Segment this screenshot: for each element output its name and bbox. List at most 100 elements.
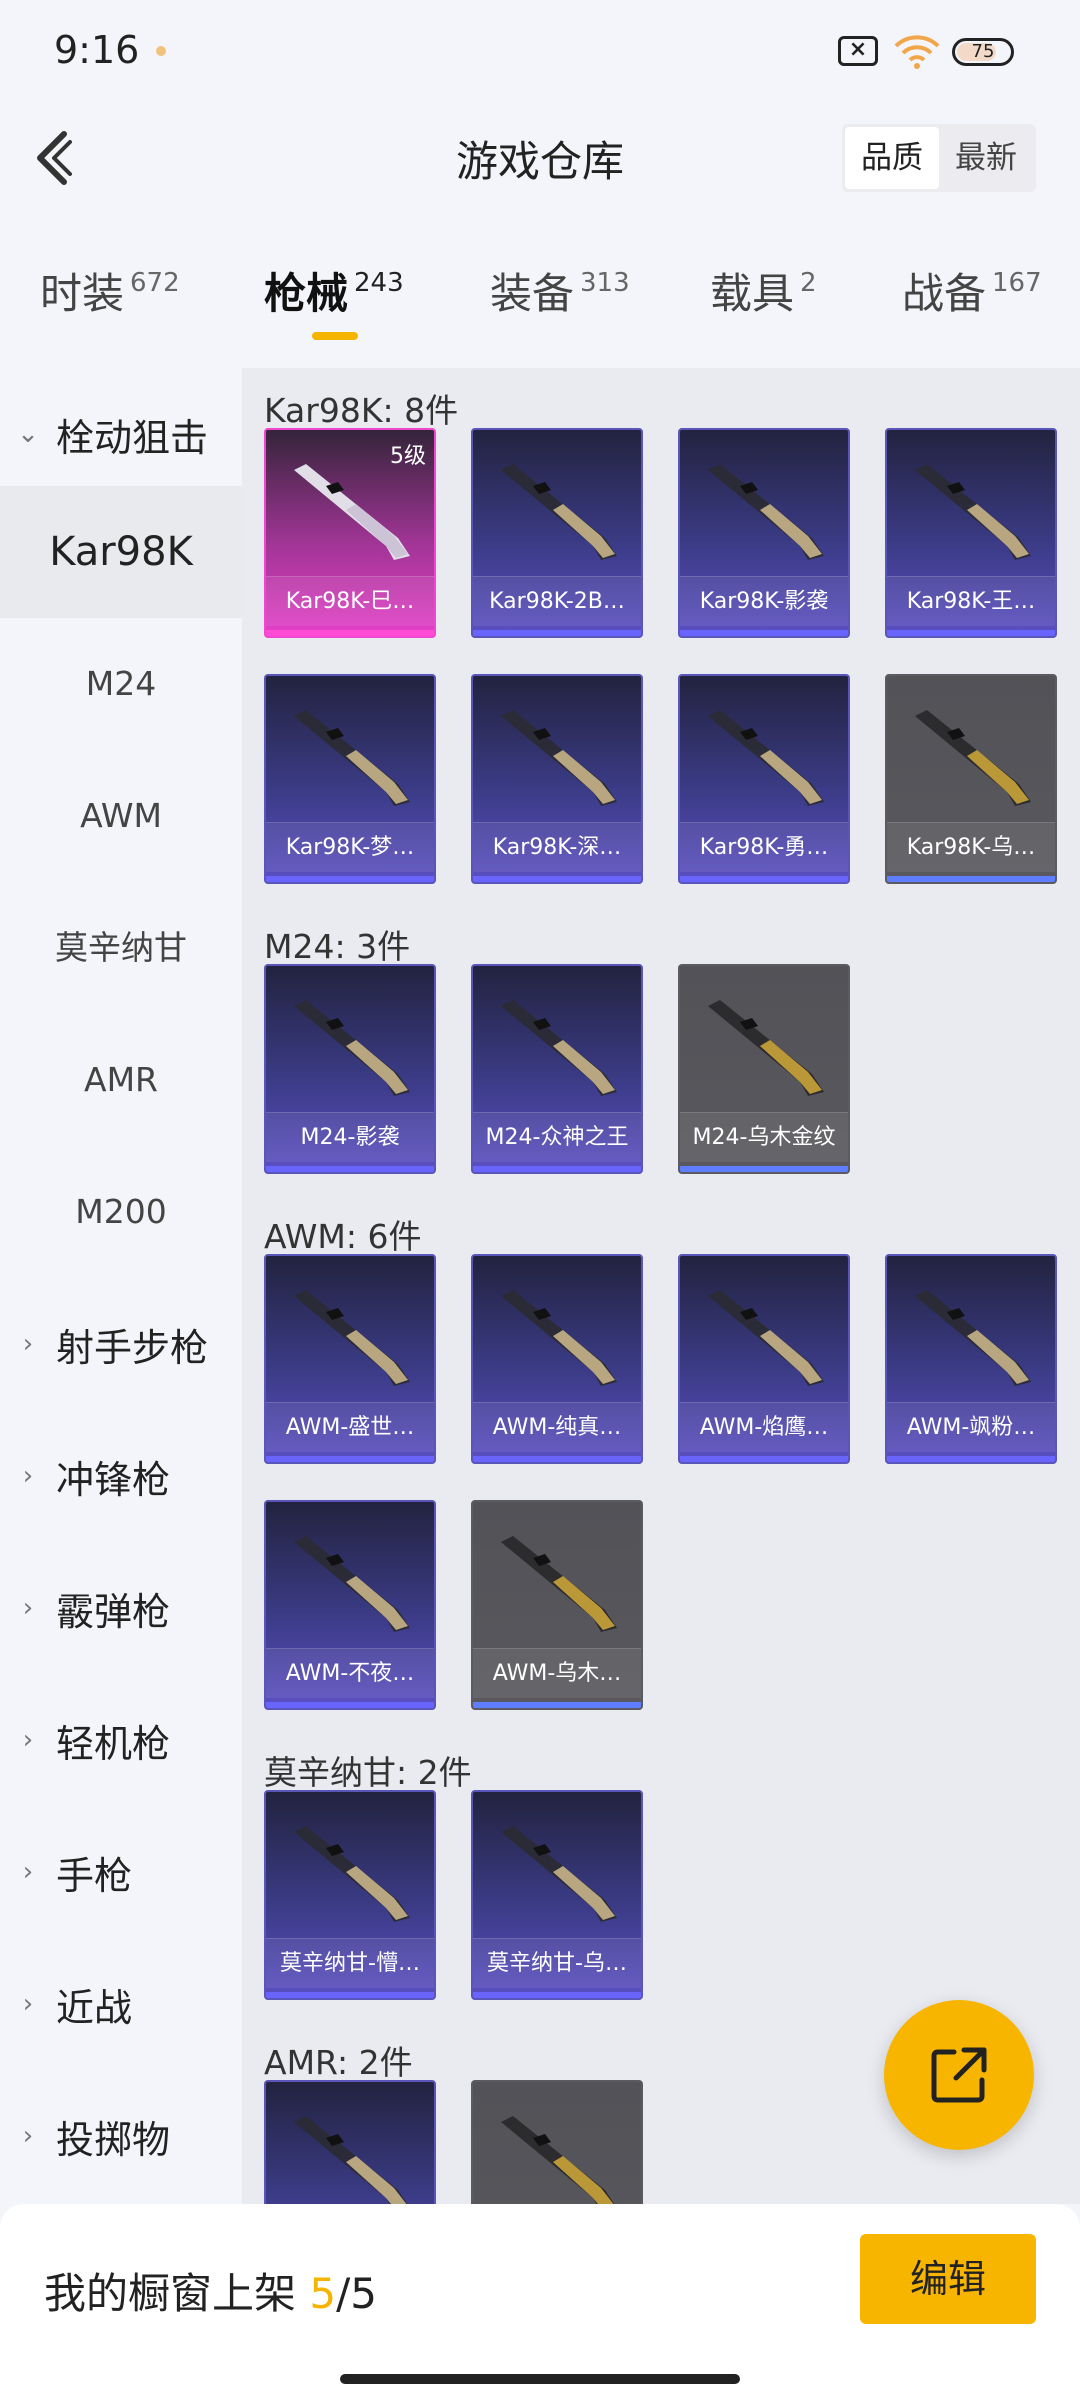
weapon-card[interactable]: AWM-焰鹰…	[678, 1254, 850, 1464]
weapon-card[interactable]: AWM-纯真…	[471, 1254, 643, 1464]
rarity-bar	[266, 1456, 434, 1462]
chevron-right-icon: ›	[22, 1593, 34, 1623]
weapon-name: M24-众神之王	[473, 1112, 641, 1162]
tab-supplies[interactable]: 战备 167	[902, 260, 1042, 321]
weapon-card[interactable]: 莫辛纳甘-乌…	[471, 1790, 643, 2000]
weapon-card[interactable]	[471, 2080, 643, 2204]
rarity-bar	[473, 1456, 641, 1462]
weapon-card[interactable]: AWM-乌木…	[471, 1500, 643, 1710]
weapon-name: Kar98K-梦…	[266, 822, 434, 872]
sidebar-item-awm[interactable]: AWM	[0, 750, 242, 882]
tab-count: 672	[130, 268, 180, 298]
sidebar-category-label: 霰弹枪	[56, 1589, 171, 1634]
battery-level: 75	[971, 41, 995, 62]
weapon-card[interactable]: 莫辛纳甘-懵…	[264, 1790, 436, 2000]
group-title: AWM: 6件	[264, 1217, 422, 1256]
rifle-icon	[501, 1000, 617, 1096]
sidebar-category-throwable[interactable]: › 投掷物	[0, 2070, 242, 2202]
active-tab-indicator	[312, 332, 358, 340]
rifle-icon	[294, 1826, 410, 1922]
rarity-bar	[266, 630, 434, 636]
weapon-card[interactable]: Kar98K-梦…	[264, 674, 436, 884]
sidebar-category-smg[interactable]: › 冲锋枪	[0, 1410, 242, 1542]
chevron-right-icon: ›	[22, 1725, 34, 1755]
rifle-icon	[501, 1826, 617, 1922]
sidebar-category-shotgun[interactable]: › 霰弹枪	[0, 1542, 242, 1674]
rifle-icon	[294, 1290, 410, 1386]
chevron-right-icon: ›	[22, 1329, 34, 1359]
sort-toggle: 品质 最新	[842, 124, 1036, 192]
sidebar-item-m24[interactable]: M24	[0, 618, 242, 750]
weapon-card[interactable]: M24-众神之王	[471, 964, 643, 1174]
group-title: M24: 3件	[264, 927, 411, 966]
chevron-right-icon: ›	[22, 1857, 34, 1887]
showcase-label: 我的橱窗上架	[44, 2269, 297, 2318]
weapon-name: Kar98K-巳…	[266, 576, 434, 626]
sort-quality-button[interactable]: 品质	[845, 127, 939, 189]
weapon-card[interactable]: AWM-盛世…	[264, 1254, 436, 1464]
weapon-name: Kar98K-2B…	[473, 576, 641, 626]
sidebar-category-melee[interactable]: › 近战	[0, 1938, 242, 2070]
tab-vehicles[interactable]: 载具 2	[710, 260, 817, 321]
sidebar-item-m200[interactable]: M200	[0, 1146, 242, 1278]
weapon-sidebar: ⌄ 栓动狙击 Kar98K M24 AWM 莫辛纳甘 AMR M200 › 射手步枪…	[0, 368, 242, 2204]
chevron-right-icon: ›	[22, 1461, 34, 1491]
sidebar-item-mosin[interactable]: 莫辛纳甘	[0, 882, 242, 1014]
tab-guns[interactable]: 枪械 243	[264, 260, 404, 321]
rarity-bar	[887, 630, 1055, 636]
weapon-card[interactable]: Kar98K-影袭	[678, 428, 850, 638]
rarity-bar	[473, 1702, 641, 1708]
rarity-bar	[887, 1456, 1055, 1462]
battery-icon: 75	[952, 38, 1014, 66]
sidebar-item-kar98k[interactable]: Kar98K	[0, 486, 242, 618]
share-button[interactable]	[884, 2000, 1034, 2150]
group-title: AMR: 2件	[264, 2043, 413, 2082]
tab-count: 243	[354, 268, 404, 298]
rifle-icon	[501, 1290, 617, 1386]
sidebar-category-label: 轻机枪	[56, 1721, 171, 1766]
sidebar-category-dmr[interactable]: › 射手步枪	[0, 1278, 242, 1410]
rifle-icon	[708, 1000, 824, 1096]
sidebar-category-lmg[interactable]: › 轻机枪	[0, 1674, 242, 1806]
sidebar-item-amr[interactable]: AMR	[0, 1014, 242, 1146]
weapon-card[interactable]: Kar98K-深…	[471, 674, 643, 884]
status-time: 9:16	[54, 28, 140, 72]
weapon-name: Kar98K-乌…	[887, 822, 1055, 872]
rifle-icon	[294, 1000, 410, 1096]
weapon-card[interactable]: AWM-不夜…	[264, 1500, 436, 1710]
tab-fashion[interactable]: 时装 672	[40, 260, 180, 321]
weapon-name: AWM-飒粉…	[887, 1402, 1055, 1452]
weapon-name: M24-乌木金纹	[680, 1112, 848, 1162]
edit-button[interactable]: 编辑	[860, 2234, 1036, 2324]
rarity-bar	[887, 876, 1055, 882]
weapon-name: 莫辛纳甘-懵…	[266, 1938, 434, 1988]
weapon-name: M24-影袭	[266, 1112, 434, 1162]
weapon-card[interactable]: Kar98K-王…	[885, 428, 1057, 638]
weapon-card[interactable]: 5级 Kar98K-巳…	[264, 428, 436, 638]
weapon-card[interactable]: M24-影袭	[264, 964, 436, 1174]
rarity-bar	[473, 876, 641, 882]
weapon-name: AWM-不夜…	[266, 1648, 434, 1698]
weapon-card[interactable]	[264, 2080, 436, 2204]
weapon-card[interactable]: AWM-飒粉…	[885, 1254, 1057, 1464]
weapon-grid: Kar98K: 8件 5级 Kar98K-巳… Kar98K-2B… Kar98K-影袭…	[242, 368, 1080, 2204]
tab-equipment[interactable]: 装备 313	[490, 260, 630, 321]
sidebar-category-pistol[interactable]: › 手枪	[0, 1806, 242, 1938]
weapon-card[interactable]: Kar98K-勇…	[678, 674, 850, 884]
rarity-bar	[473, 630, 641, 636]
weapon-card[interactable]: Kar98K-2B…	[471, 428, 643, 638]
home-indicator[interactable]	[340, 2374, 740, 2384]
weapon-card[interactable]: Kar98K-乌…	[885, 674, 1057, 884]
category-tabs: 时装 672 枪械 243 装备 313 载具 2 战备 167	[0, 250, 1080, 350]
weapon-card[interactable]: M24-乌木金纹	[678, 964, 850, 1174]
tab-count: 313	[580, 268, 630, 298]
rarity-bar	[473, 1992, 641, 1998]
sidebar-category-bolt-action[interactable]: ⌄ 栓动狙击	[0, 368, 242, 500]
sidebar-category-label: 投掷物	[56, 2117, 171, 2162]
rifle-icon	[294, 1536, 410, 1632]
showcase-bar: 我的橱窗上架 5/5 编辑	[0, 2204, 1080, 2400]
sort-newest-button[interactable]: 最新	[939, 127, 1033, 189]
tab-label: 枪械	[264, 269, 349, 318]
weapon-name: Kar98K-勇…	[680, 822, 848, 872]
weapon-name: Kar98K-影袭	[680, 576, 848, 626]
